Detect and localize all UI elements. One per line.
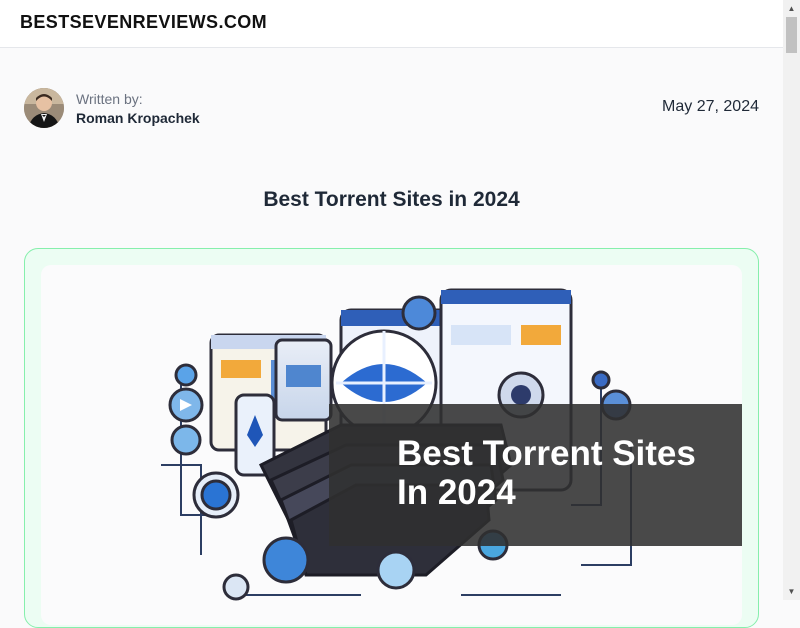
post-date: May 27, 2024 xyxy=(662,98,759,115)
vertical-scrollbar[interactable]: ▲ ▼ xyxy=(783,0,800,600)
site-title-link[interactable]: BESTSEVENREVIEWS.COM xyxy=(20,12,267,33)
author-avatar[interactable] xyxy=(24,88,64,128)
author-portrait-icon xyxy=(24,88,64,128)
hero-overlay-text: Best Torrent Sites In 2024 xyxy=(397,434,696,512)
author-row: Written by: Roman Kropachek May 27, 2024 xyxy=(24,88,759,128)
author-name[interactable]: Roman Kropachek xyxy=(76,110,200,126)
scroll-up-arrow-icon[interactable]: ▲ xyxy=(783,0,800,17)
post-title: Best Torrent Sites in 2024 xyxy=(263,188,520,211)
scroll-down-arrow-icon[interactable]: ▼ xyxy=(783,583,800,600)
hero-overlay: Best Torrent Sites In 2024 xyxy=(329,404,742,546)
scrollbar-thumb[interactable] xyxy=(786,17,797,53)
written-by-label: Written by: xyxy=(76,91,143,107)
header-bar: BESTSEVENREVIEWS.COM xyxy=(0,0,783,48)
